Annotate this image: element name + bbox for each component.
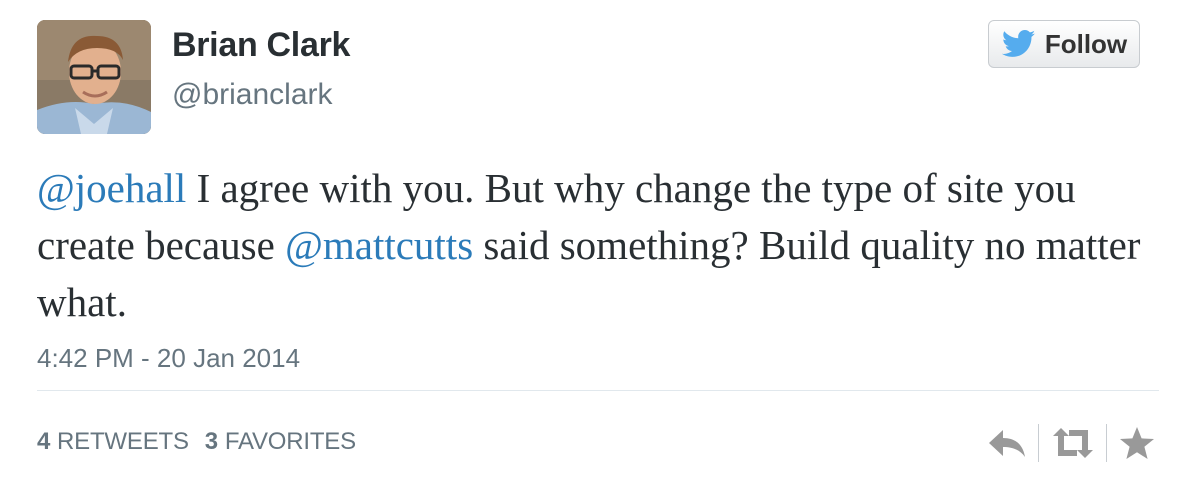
retweet-icon <box>1053 428 1093 458</box>
favorite-button[interactable] <box>1112 420 1162 466</box>
follow-label: Follow <box>1044 28 1128 59</box>
retweet-button[interactable] <box>1044 420 1102 466</box>
tweet-timestamp[interactable]: 4:42 PM - 20 Jan 2014 <box>37 343 300 374</box>
star-icon <box>1120 427 1154 459</box>
favorites-label: FAVORITES <box>224 428 356 455</box>
retweets-count: 4 <box>37 428 51 455</box>
reply-button[interactable] <box>980 420 1034 466</box>
favorites-stat[interactable]: 3 FAVORITES <box>205 428 356 456</box>
tweet-stats: 4 RETWEETS 3 FAVORITES <box>37 428 356 456</box>
favorites-count: 3 <box>204 428 219 455</box>
action-separator <box>1038 424 1039 462</box>
avatar[interactable] <box>37 20 151 134</box>
twitter-bird-icon <box>1001 30 1036 57</box>
mention-link-joehall[interactable]: @joehall <box>37 165 186 211</box>
tweet-actions <box>980 420 1162 466</box>
action-separator <box>1106 424 1107 462</box>
profile-photo <box>37 20 151 134</box>
reply-icon <box>989 430 1025 457</box>
tweet-text: @joehall I agree with you. But why chang… <box>37 160 1167 331</box>
retweets-label: RETWEETS <box>57 428 189 455</box>
mention-link-mattcutts[interactable]: @mattcutts <box>285 222 473 268</box>
author-handle[interactable]: @brianclark <box>172 78 333 112</box>
retweets-stat[interactable]: 4 RETWEETS <box>37 428 189 456</box>
author-name[interactable]: Brian Clark <box>172 26 350 65</box>
follow-button[interactable]: Follow <box>988 20 1140 68</box>
divider <box>37 390 1159 391</box>
